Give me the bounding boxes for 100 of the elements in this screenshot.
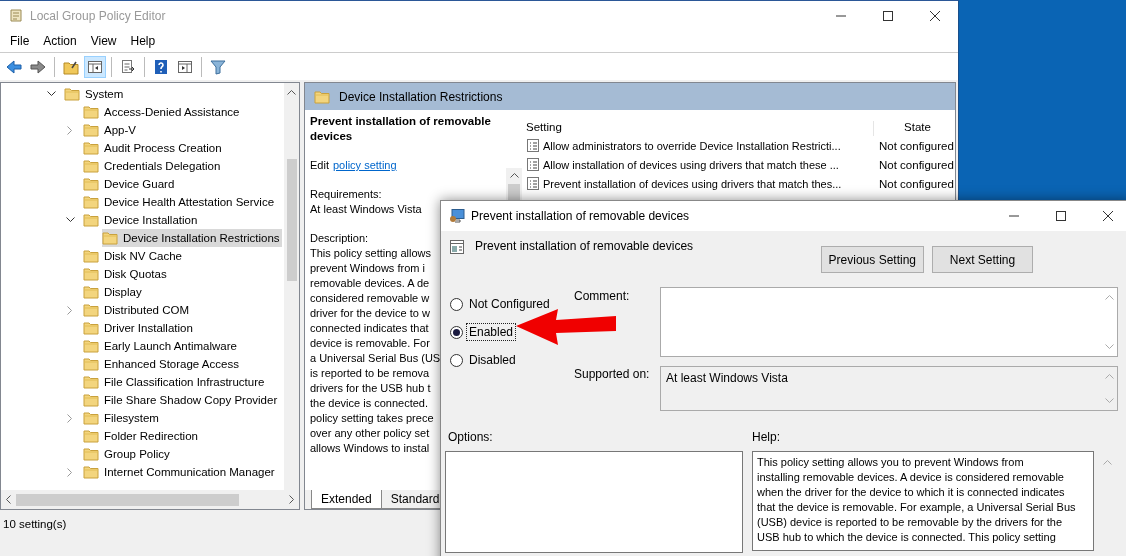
close-icon[interactable] xyxy=(1102,211,1113,221)
scrollbar-thumb[interactable] xyxy=(286,159,297,281)
chevron-down-icon[interactable] xyxy=(65,217,75,223)
tree-item[interactable]: Device Guard xyxy=(83,175,177,193)
scroll-left-icon xyxy=(5,495,11,504)
comment-label: Comment: xyxy=(574,289,631,303)
radio-label[interactable]: Disabled xyxy=(466,351,519,369)
folder-icon xyxy=(83,356,99,372)
scroll-right-icon xyxy=(289,495,295,504)
chevron-right-icon[interactable] xyxy=(67,125,73,135)
tree-item[interactable]: Disk Quotas xyxy=(83,265,169,283)
setting-name[interactable]: Allow administrators to override Device Installation Restricti... xyxy=(543,139,841,152)
folder-icon xyxy=(314,88,330,105)
description-text: a Universal Serial Bus (US xyxy=(310,351,441,366)
computer-icon xyxy=(449,208,465,224)
tree-item[interactable]: Filesystem xyxy=(83,409,161,427)
scroll-up-icon xyxy=(509,172,519,178)
help-text: (USB) device is reported to be removable by the drivers for the xyxy=(757,515,1064,530)
folder-icon xyxy=(83,122,99,138)
description-text: is reported to be remova xyxy=(310,366,430,381)
comment-field[interactable] xyxy=(660,287,1118,357)
requirements-text: At least Windows Vista xyxy=(310,202,422,217)
tree-item[interactable]: Folder Redirection xyxy=(83,427,200,445)
tree-item[interactable]: Internet Communication Manager xyxy=(83,463,277,481)
policy-icon xyxy=(526,138,540,153)
tree-item[interactable]: Disk NV Cache xyxy=(83,247,184,265)
folder-icon xyxy=(83,194,99,210)
policy-setting-link[interactable]: policy setting xyxy=(332,159,397,171)
chevron-right-icon[interactable] xyxy=(67,305,73,315)
tree-item[interactable]: Distributed COM xyxy=(83,301,191,319)
tree-item[interactable]: Early Launch Antimalware xyxy=(83,337,239,355)
radio-button[interactable] xyxy=(450,297,463,311)
tree-item[interactable]: File Share Shadow Copy Provider xyxy=(83,391,280,409)
tree-item[interactable]: Driver Installation xyxy=(83,319,195,337)
close-icon[interactable] xyxy=(929,10,940,21)
folder-icon xyxy=(83,338,99,354)
help-icon xyxy=(153,58,169,75)
help-text: installing removable devices. A device is considered removable xyxy=(757,470,1065,485)
setting-name[interactable]: Prevent installation of devices using drivers that match thes... xyxy=(543,177,842,190)
radio-button[interactable] xyxy=(450,353,463,367)
scrollbar[interactable] xyxy=(1,490,299,509)
maximize-icon[interactable] xyxy=(1055,211,1066,221)
dialog-title: Prevent installation of removable devices xyxy=(471,209,691,223)
radio-label[interactable]: Not Configured xyxy=(466,295,553,313)
policy-icon xyxy=(526,176,540,191)
setting-state: Not configured xyxy=(878,177,955,190)
tree-item[interactable]: System xyxy=(64,85,126,103)
navigation-button[interactable]: Previous Setting xyxy=(820,246,924,273)
filter-icon xyxy=(210,58,226,75)
folder-icon xyxy=(83,392,99,408)
folder-icon xyxy=(83,158,99,174)
tree-item[interactable]: App-V xyxy=(83,121,138,139)
setting-name[interactable]: Allow installation of devices using drivers that match these ... xyxy=(543,158,839,171)
description-text: connected indicates that xyxy=(310,321,429,336)
tree-item[interactable]: Credentials Delegation xyxy=(83,157,223,175)
description-text: the device is connected. xyxy=(310,396,429,411)
window-title: Local Group Policy Editor xyxy=(30,8,167,23)
tree-item[interactable]: Audit Process Creation xyxy=(83,139,224,157)
help-label: Help: xyxy=(752,429,780,444)
pane-icon xyxy=(177,58,193,75)
tree-item[interactable]: Display xyxy=(83,283,144,301)
toolbar-button[interactable] xyxy=(84,55,106,78)
navigation-button[interactable]: Next Setting xyxy=(932,246,1033,273)
radio-label[interactable]: Enabled xyxy=(466,323,517,341)
menu-item[interactable]: Action xyxy=(36,34,84,48)
tree-item[interactable]: File Classification Infrastructure xyxy=(83,373,267,391)
menu-item[interactable]: View xyxy=(83,34,124,48)
description-text: over any other policy set xyxy=(310,426,430,441)
column-header[interactable]: Setting xyxy=(524,121,874,136)
description-text: considered removable w xyxy=(310,291,430,306)
chevron-right-icon[interactable] xyxy=(67,413,73,423)
help-text: that the device is removable. For example, a Universal Serial Bus xyxy=(757,500,1077,515)
tree-item[interactable]: Access-Denied Assistance xyxy=(83,103,242,121)
policy-icon xyxy=(526,157,540,172)
folder-icon xyxy=(83,320,99,336)
maximize-icon[interactable] xyxy=(882,10,893,21)
menu-item[interactable]: Help xyxy=(123,34,163,48)
description-text: device is removable. For xyxy=(310,336,430,351)
scroll-up-icon xyxy=(287,89,296,95)
radio-button[interactable] xyxy=(450,325,463,339)
menu-item[interactable]: File xyxy=(3,34,37,48)
folder-icon xyxy=(83,374,99,390)
chevron-down-icon[interactable] xyxy=(46,91,56,97)
folder-icon xyxy=(83,284,99,300)
view-tab[interactable]: Extended xyxy=(311,490,382,509)
back-arrow-icon xyxy=(6,58,22,75)
folder-icon xyxy=(83,446,99,462)
scrollbar[interactable] xyxy=(284,83,299,490)
column-header[interactable]: State xyxy=(874,121,955,136)
description-text: prevent Windows from i xyxy=(310,261,425,276)
tree-item[interactable]: Enhanced Storage Access xyxy=(83,355,241,373)
tree-item[interactable]: Device Installation Restrictions xyxy=(102,229,282,247)
pane-header: Device Installation Restrictions xyxy=(305,83,955,110)
tree-item[interactable]: Device Health Attestation Service xyxy=(83,193,277,211)
tree-item[interactable]: Device Installation xyxy=(83,211,200,229)
scrollbar-thumb[interactable] xyxy=(16,493,239,506)
tree-item[interactable]: Group Policy xyxy=(83,445,172,463)
chevron-right-icon[interactable] xyxy=(67,467,73,477)
status-text: 10 setting(s) xyxy=(3,518,67,530)
pane-icon xyxy=(87,58,103,75)
